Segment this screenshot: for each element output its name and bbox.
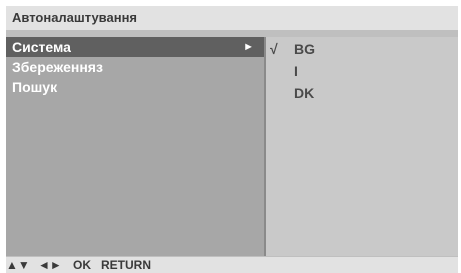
ok-hint: OK xyxy=(73,258,91,272)
system-options-pane: √ BG I DK xyxy=(266,37,458,256)
menu-item-label: Пошук xyxy=(12,79,58,95)
menu-item-label: Система xyxy=(12,39,71,55)
option-label: DK xyxy=(294,85,315,101)
check-icon: √ xyxy=(270,41,278,57)
return-hint: RETURN xyxy=(101,258,151,272)
footer-hint-bar: ▲▼ ◄► OK RETURN xyxy=(6,257,458,273)
left-menu-pane: Система ► Збереженняз Пошук xyxy=(6,37,264,256)
option-i[interactable]: I xyxy=(266,60,458,82)
menu-item-label: Збереженняз xyxy=(12,59,103,75)
left-right-arrows-icon: ◄► xyxy=(38,258,62,272)
option-bg[interactable]: √ BG xyxy=(266,38,458,60)
autotuning-menu: Автоналаштування Система ► Збереженняз П… xyxy=(6,6,458,273)
menu-item-search[interactable]: Пошук xyxy=(6,77,264,97)
menu-item-system[interactable]: Система ► xyxy=(6,37,264,57)
submenu-arrow-icon: ► xyxy=(243,41,254,53)
up-down-arrows-icon: ▲▼ xyxy=(6,258,30,272)
menu-item-save[interactable]: Збереженняз xyxy=(6,57,264,77)
option-label: I xyxy=(294,63,298,79)
menu-title: Автоналаштування xyxy=(6,6,458,30)
option-dk[interactable]: DK xyxy=(266,82,458,104)
option-label: BG xyxy=(294,41,315,57)
